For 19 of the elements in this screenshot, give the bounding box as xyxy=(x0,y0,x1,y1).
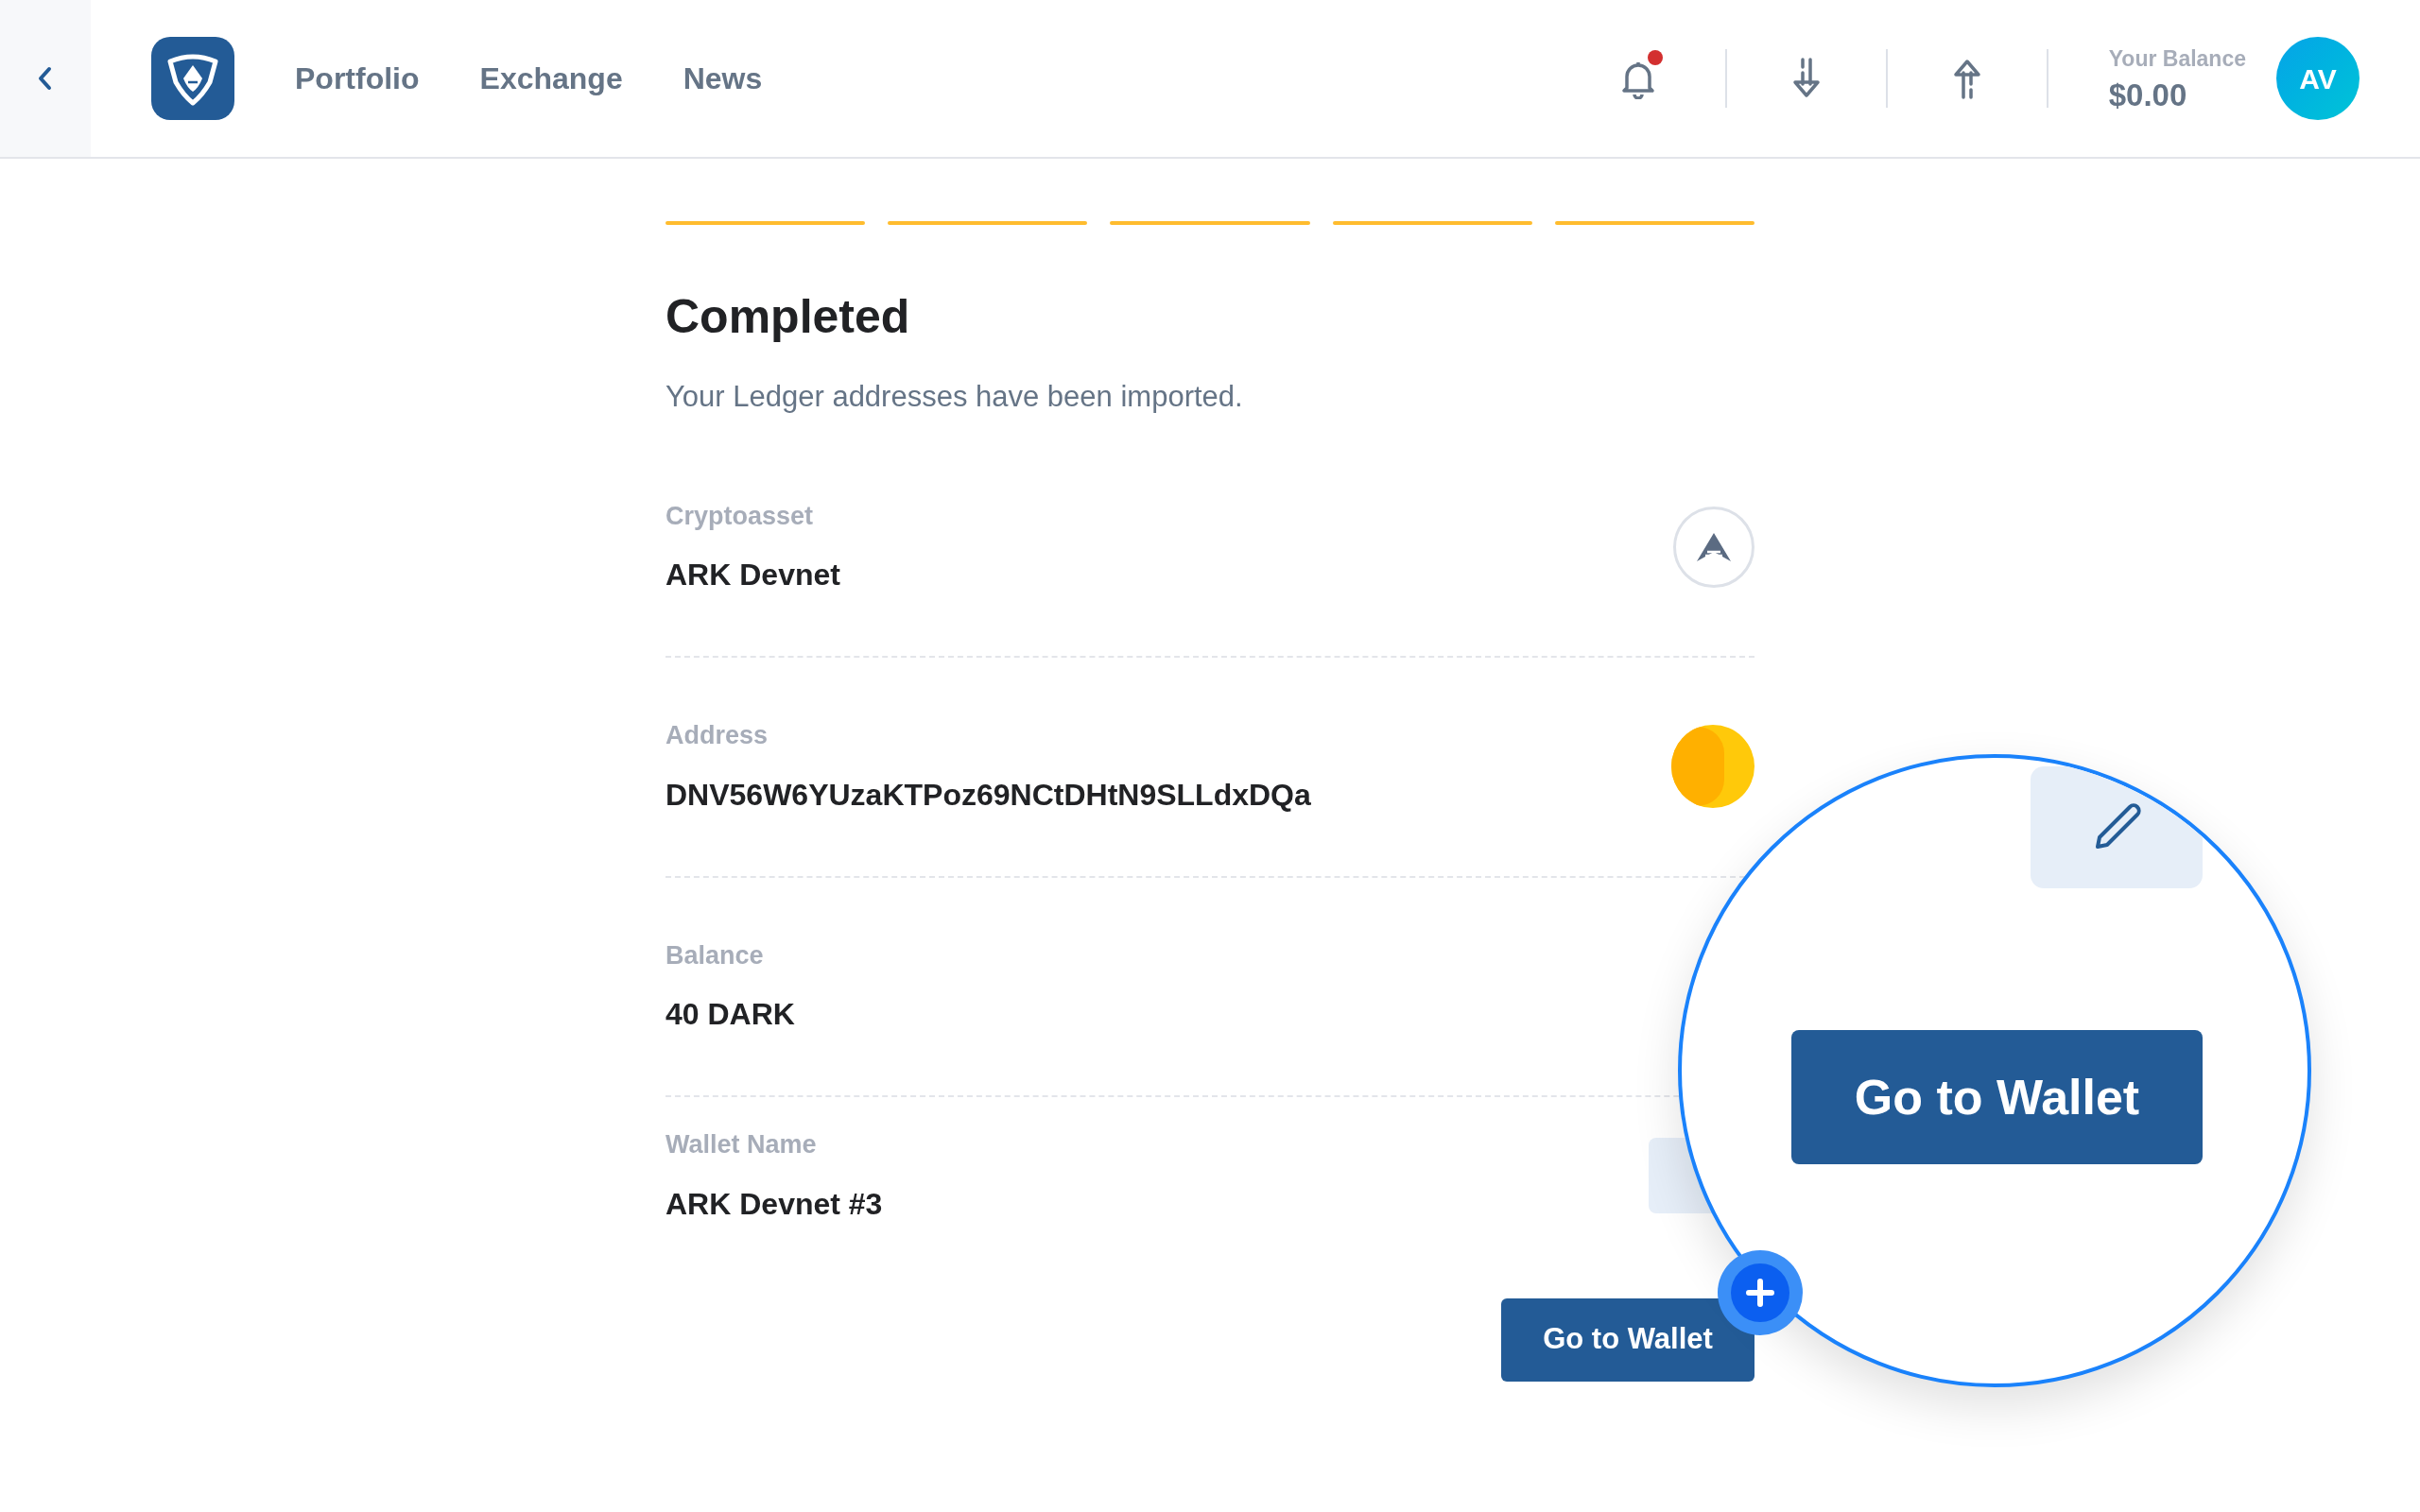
nav-link[interactable]: Exchange xyxy=(479,56,623,101)
field-label: Balance xyxy=(666,939,765,971)
avatar[interactable]: AV xyxy=(2276,37,2360,120)
nav-link[interactable]: Portfolio xyxy=(295,56,420,101)
balance-label: Your Balance xyxy=(2108,45,2246,74)
field-label: Wallet Name xyxy=(666,1129,818,1160)
description: Your Ledger addresses have been imported. xyxy=(666,379,1244,415)
field-value: ARK Devnet xyxy=(666,557,840,593)
field-value: DNV56W6YUzaKTPoz69NCtDHtN9SLLdxDQa xyxy=(666,776,1311,814)
shield-logo-icon[interactable] xyxy=(151,37,234,120)
field-value: ARK Devnet #3 xyxy=(666,1185,883,1223)
nav-link[interactable]: News xyxy=(683,56,763,101)
field-label: Cryptoasset xyxy=(666,500,815,532)
go-to-wallet-button[interactable]: Go to Wallet xyxy=(1501,1297,1754,1382)
ark-logo-icon xyxy=(1673,506,1754,588)
page-title: Completed xyxy=(666,289,911,345)
balance-value: $0.00 xyxy=(2108,76,2188,114)
field-label: Address xyxy=(666,720,769,751)
field-value: 40 DARK xyxy=(666,996,795,1033)
